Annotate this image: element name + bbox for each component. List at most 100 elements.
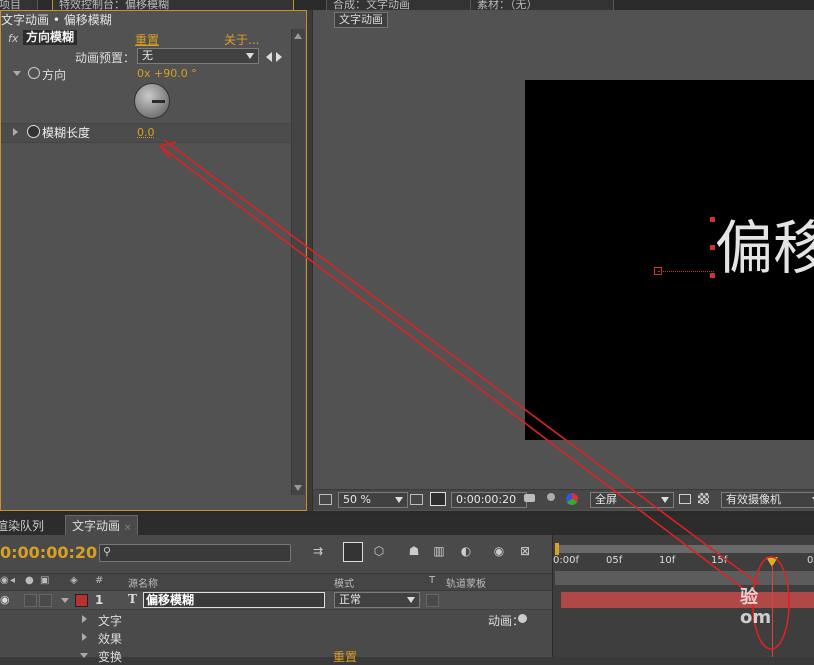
sub-row-effects[interactable]: 效果	[0, 628, 552, 646]
timecode-field[interactable]: 0:00:00:20	[451, 492, 527, 508]
label-tag-icon[interactable]: ◈	[70, 575, 78, 586]
work-area-start-handle[interactable]	[555, 543, 559, 555]
frame-blending-icon[interactable]: ▥	[429, 544, 449, 558]
effect-name[interactable]: 方向模糊	[23, 30, 78, 45]
col-t: T	[429, 575, 436, 586]
draft-3d-icon[interactable]: ⬡	[369, 544, 389, 558]
preset-dropdown[interactable]: 无	[137, 48, 259, 64]
resolution-dropdown[interactable]: 全屏	[590, 492, 674, 508]
layer-duration-bar[interactable]	[561, 592, 814, 608]
zoom-value: 50 %	[343, 493, 371, 506]
scroll-down-icon[interactable]	[294, 485, 302, 491]
column-header-row: ◉ ◂ ● ▣ ◈ # 源名称 模式 T 轨道蒙板	[0, 573, 552, 591]
col-hash: #	[95, 575, 104, 586]
layer-expand-icon[interactable]	[61, 598, 69, 603]
chevron-down-icon	[246, 53, 254, 59]
camera-value: 有效摄像机	[726, 493, 781, 506]
label-color-swatch[interactable]	[75, 594, 88, 607]
eye-icon[interactable]: ◉	[0, 593, 10, 606]
layer-name[interactable]: 偏移模糊	[143, 592, 325, 608]
timecode-value: 0:00:00:20	[456, 493, 517, 506]
motion-blur-icon[interactable]: ◐	[456, 544, 476, 558]
expand-icon[interactable]	[82, 633, 87, 641]
ruler-nav-bar[interactable]	[555, 571, 814, 585]
animate-menu-icon[interactable]	[518, 614, 527, 623]
ruler-tick: 10f	[659, 555, 676, 566]
eye-icon[interactable]: ◉	[0, 575, 9, 586]
chevron-down-icon	[661, 497, 669, 503]
direction-value[interactable]: 0x +90.0 °	[137, 67, 197, 80]
graph-editor-icon[interactable]: ◉	[489, 544, 509, 558]
current-time-display[interactable]: 0:00:00:20	[0, 543, 97, 562]
text-layer-icon: T	[128, 592, 137, 606]
col-mode[interactable]: 模式	[334, 575, 354, 590]
grid-toggle-icon[interactable]	[430, 492, 446, 506]
col-source-name[interactable]: 源名称	[128, 575, 158, 590]
timeline-panel: 0:00:00:20 ⚲ ⇉ ⬡ ☗ ▥ ◐ ◉ ⊠ ◉ ◂ ● ▣ ◈ # 源…	[0, 535, 814, 664]
reset-link[interactable]: 重置	[135, 31, 159, 48]
solo-checkbox[interactable]	[24, 594, 37, 607]
brainstorm-icon[interactable]: ⊠	[515, 544, 535, 558]
fx-badge[interactable]: fx	[8, 32, 18, 45]
comp-tab-button[interactable]: 文字动画	[334, 12, 388, 28]
direction-dial[interactable]	[134, 83, 170, 119]
stopwatch-icon[interactable]	[27, 125, 40, 138]
lock-icon[interactable]: ▣	[40, 575, 49, 586]
always-preview-icon[interactable]	[319, 494, 332, 505]
work-area-bar[interactable]	[555, 545, 814, 553]
layer-search-input[interactable]: ⚲	[99, 544, 291, 562]
tab-render-queue[interactable]: 渲染队列	[0, 517, 44, 534]
show-snapshot-icon[interactable]	[547, 493, 555, 501]
transparency-grid-icon[interactable]	[698, 493, 709, 504]
blur-length-expand-icon[interactable]	[13, 128, 18, 136]
camera-dropdown[interactable]: 有效摄像机	[721, 492, 814, 508]
expand-icon[interactable]	[80, 653, 88, 658]
anchor-handle-icon[interactable]	[710, 273, 715, 278]
snapshot-icon[interactable]	[524, 494, 535, 502]
solo-icon[interactable]: ●	[25, 575, 34, 586]
lock-checkbox[interactable]	[39, 594, 52, 607]
close-icon[interactable]: ×	[124, 523, 132, 533]
region-icon[interactable]	[410, 494, 423, 505]
layer-row[interactable]: ◉ 1 T 偏移模糊 正常	[0, 591, 552, 610]
anchor-handle-icon[interactable]	[654, 267, 662, 275]
sub-row-text[interactable]: 文字 动画：	[0, 610, 552, 628]
preset-next-icon[interactable]	[276, 52, 282, 62]
sub-row-transform[interactable]: 变换 重置	[0, 646, 552, 664]
layer-mode-value: 正常	[339, 593, 361, 606]
stopwatch-icon[interactable]	[28, 67, 40, 79]
tab-comp-timeline[interactable]: 文字动画 ×	[65, 515, 139, 536]
channels-icon[interactable]	[566, 493, 578, 505]
comp-toolbar: 50 % 0:00:00:20 全屏 有效摄像机	[313, 489, 814, 510]
canvas-text: 偏移	[715, 214, 814, 282]
dial-needle-icon	[152, 100, 165, 103]
scrollbar[interactable]	[291, 29, 305, 495]
timeline-tab-bar: 渲染队列 文字动画 ×	[0, 515, 814, 536]
live-update-icon[interactable]	[343, 542, 363, 562]
preset-prev-icon[interactable]	[266, 52, 272, 62]
comp-mini-flowchart-icon[interactable]: ⇉	[306, 544, 330, 558]
current-time-line	[772, 565, 773, 657]
search-icon: ⚲	[103, 545, 112, 558]
roi-icon[interactable]	[679, 494, 691, 504]
comp-canvas[interactable]: 偏移	[525, 80, 814, 440]
preset-label: 动画预置：	[75, 51, 136, 65]
layer-mode-dropdown[interactable]: 正常	[334, 592, 420, 608]
expand-icon[interactable]	[82, 615, 87, 623]
ruler-tick: 0:00f	[553, 555, 579, 566]
layer-index: 1	[95, 593, 104, 607]
preserve-transparency-checkbox[interactable]	[426, 594, 439, 607]
audio-icon[interactable]: ◂	[10, 575, 15, 586]
direction-expand-icon[interactable]	[13, 71, 21, 76]
hide-shy-layers-icon[interactable]: ☗	[404, 544, 424, 558]
anchor-handle-icon[interactable]	[710, 217, 715, 222]
direction-label: 方向	[42, 68, 67, 82]
col-track-matte[interactable]: 轨道蒙板	[446, 575, 486, 590]
effect-controls-panel: 文字动画 • 偏移模糊 fx 方向模糊 重置 关于... 动画预置： 无 方向 …	[0, 10, 307, 511]
blur-length-value[interactable]: 0.0	[137, 126, 155, 139]
breadcrumb: 文字动画 • 偏移模糊	[1, 13, 112, 27]
anchor-handle-icon[interactable]	[710, 245, 715, 250]
zoom-dropdown[interactable]: 50 %	[338, 492, 408, 508]
scroll-up-icon[interactable]	[294, 33, 302, 39]
about-link[interactable]: 关于...	[224, 31, 259, 48]
